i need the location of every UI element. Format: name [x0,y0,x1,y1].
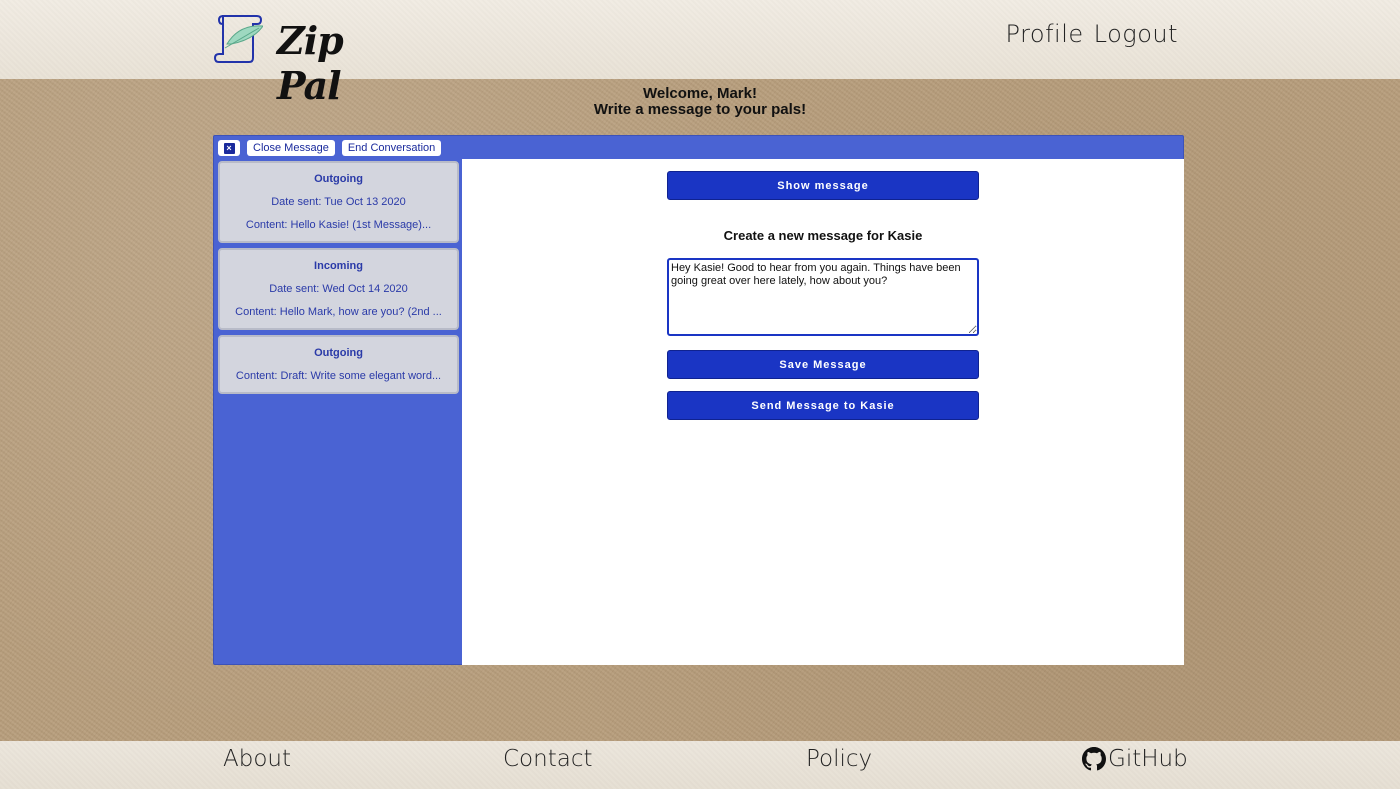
message-composer: Show message Create a new message for Ka… [462,159,1184,665]
conversation-window: × Close Message End Conversation Outgoin… [213,135,1184,665]
message-textarea[interactable] [667,258,979,336]
logo[interactable]: Zip Pal [213,10,373,108]
send-message-button[interactable]: Send Message to Kasie [667,391,979,420]
message-date: Date sent: Tue Oct 13 2020 [271,196,406,208]
about-link[interactable]: About [223,746,291,772]
github-link[interactable]: GitHub [1082,746,1188,772]
conversation-toolbar: × Close Message End Conversation [218,140,442,158]
profile-link[interactable]: Profile [1006,20,1084,48]
message-direction: Outgoing [314,347,363,359]
message-direction: Outgoing [314,173,363,185]
end-conversation-button[interactable]: End Conversation [341,140,442,156]
save-message-button[interactable]: Save Message [667,350,979,379]
message-card[interactable]: Outgoing Content: Draft: Write some eleg… [218,335,459,394]
welcome-subtitle: Write a message to your pals! [593,101,807,118]
close-icon: × [223,142,235,154]
message-direction: Incoming [314,260,363,272]
message-content: Content: Hello Kasie! (1st Message)... [245,219,432,231]
message-card[interactable]: Outgoing Date sent: Tue Oct 13 2020 Cont… [218,161,459,243]
message-content: Content: Hello Mark, how are you? (2nd .… [235,306,442,318]
message-card[interactable]: Incoming Date sent: Wed Oct 14 2020 Cont… [218,248,459,330]
logout-link[interactable]: Logout [1094,20,1178,48]
close-message-button[interactable]: Close Message [247,140,335,156]
welcome-greeting: Welcome, Mark! [643,85,757,102]
message-date: Date sent: Wed Oct 14 2020 [269,283,408,295]
github-icon [1082,747,1106,771]
close-window-button[interactable]: × [218,140,240,156]
show-message-button[interactable]: Show message [667,171,979,200]
site-header: Zip Pal Profile Logout [0,0,1400,108]
site-footer: About Contact Policy GitHub [0,741,1400,789]
message-content: Content: Draft: Write some elegant word.… [235,370,442,382]
message-list: Outgoing Date sent: Tue Oct 13 2020 Cont… [218,161,459,399]
composer-title: Create a new message for Kasie [723,228,923,243]
github-label: GitHub [1108,746,1188,772]
policy-link[interactable]: Policy [806,746,872,772]
top-nav: Profile Logout [1006,20,1178,48]
welcome-message: Welcome, Mark! Write a message to your p… [0,86,1400,118]
scroll-quill-icon [213,15,263,63]
contact-link[interactable]: Contact [503,746,592,772]
